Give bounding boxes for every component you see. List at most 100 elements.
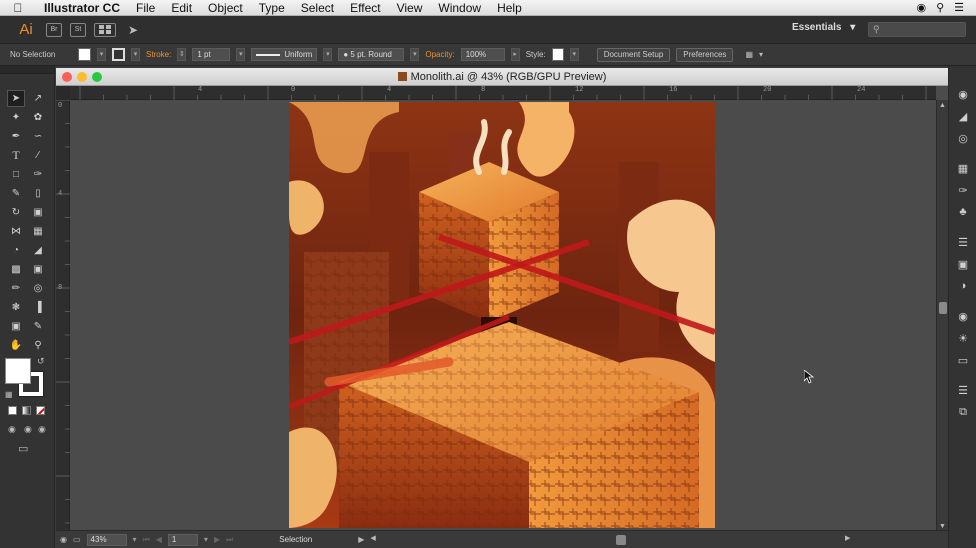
drawing-mode-icon[interactable]: ◉ [8, 424, 16, 435]
vertical-scroll-thumb[interactable] [939, 302, 947, 314]
apple-menu-icon[interactable]:  [0, 1, 36, 15]
artboards-panel-icon[interactable]: ⧉ [954, 404, 972, 420]
arrange-documents-button[interactable] [94, 22, 116, 37]
symbol-sprayer-tool-icon[interactable]: ❃ [7, 299, 25, 316]
status-menu-arrow-icon[interactable]: ▶ [358, 535, 364, 544]
scale-tool-icon[interactable]: ▣ [29, 204, 47, 221]
vertical-scrollbar[interactable]: ▲ ▼ [936, 100, 948, 532]
first-artboard-icon[interactable]: ⏮ [143, 535, 150, 545]
stroke-weight-input[interactable]: 1 pt [192, 48, 231, 61]
stroke-profile-dropdown[interactable]: ▾ [323, 48, 333, 61]
stroke-weight-dropdown[interactable]: ▾ [236, 48, 246, 61]
help-search-input[interactable]: ⚲ [868, 22, 966, 37]
color-mode-button[interactable] [8, 406, 17, 415]
horizontal-ruler[interactable]: 4 0 4 8 12 16 20 24 [70, 86, 936, 100]
zoom-level-input[interactable]: 43% [86, 533, 127, 546]
canvas-area[interactable] [70, 100, 936, 538]
stroke-label[interactable]: Stroke: [146, 50, 171, 59]
stroke-swatch[interactable] [112, 48, 125, 61]
menu-help[interactable]: Help [489, 0, 530, 16]
scroll-up-icon[interactable]: ▲ [939, 102, 946, 109]
menu-object[interactable]: Object [200, 0, 251, 16]
mesh-tool-icon[interactable]: ▩ [7, 261, 25, 278]
color-guide-icon[interactable]: ◢ [954, 108, 972, 124]
pen-tool-icon[interactable]: ✒ [7, 128, 25, 145]
tools-panel-handle[interactable] [0, 66, 54, 74]
opacity-dropdown[interactable]: ▸ [510, 48, 520, 61]
fill-dropdown[interactable]: ▾ [97, 48, 106, 61]
type-tool-icon[interactable]: T [7, 147, 25, 164]
magic-wand-tool-icon[interactable]: ✦ [7, 109, 25, 126]
scroll-down-icon[interactable]: ▼ [939, 523, 946, 530]
menu-select[interactable]: Select [293, 0, 342, 16]
eraser-tool-icon[interactable]: ▯ [29, 185, 47, 202]
scroll-left-icon[interactable]: ◀ [370, 534, 375, 542]
zoom-tool-icon[interactable]: ⚲ [29, 337, 47, 354]
vertical-ruler[interactable]: 0 4 8 [56, 99, 70, 538]
swap-fill-stroke-icon[interactable]: ↺ [37, 356, 45, 367]
menu-view[interactable]: View [389, 0, 431, 16]
creative-cloud-icon[interactable]: ◉ [916, 1, 926, 14]
current-tool-status[interactable]: Selection [279, 535, 312, 544]
bridge-button[interactable]: Br [46, 22, 62, 37]
color-panel-icon[interactable]: ◉ [954, 86, 972, 102]
align-options-icon[interactable]: ▦ [745, 50, 753, 59]
none-mode-button[interactable] [36, 406, 45, 415]
asset-export-panel-icon[interactable]: ▭ [954, 352, 972, 368]
minimize-window-button[interactable] [77, 72, 87, 82]
column-graph-tool-icon[interactable]: ▐ [29, 299, 47, 316]
symbols-panel-icon[interactable]: ♣ [954, 204, 972, 220]
draw-inside-icon[interactable]: ◉ [38, 424, 46, 435]
opacity-label[interactable]: Opacity: [425, 50, 454, 59]
fill-swatch[interactable] [78, 48, 91, 61]
perspective-grid-tool-icon[interactable]: ◢ [29, 242, 47, 259]
artboard-dropdown-icon[interactable]: ▾ [204, 535, 208, 544]
brushes-panel-icon[interactable]: ✑ [954, 182, 972, 198]
layers-panel-icon[interactable]: ☰ [954, 382, 972, 398]
artboard-tool-icon[interactable]: ▣ [7, 318, 25, 335]
slice-tool-icon[interactable]: ✎ [29, 318, 47, 335]
document-setup-button[interactable]: Document Setup [596, 47, 671, 62]
brush-dropdown[interactable]: ▾ [410, 48, 420, 61]
blend-tool-icon[interactable]: ◎ [29, 280, 47, 297]
eyedropper-tool-icon[interactable]: ✏ [7, 280, 25, 297]
default-fill-stroke-icon[interactable]: ▦ [5, 390, 13, 399]
artboard[interactable] [289, 102, 715, 528]
shape-builder-tool-icon[interactable]: ◔ [7, 242, 25, 259]
app-name-menu[interactable]: Illustrator CC [36, 0, 128, 16]
gradient-panel-icon[interactable]: ▣ [954, 256, 972, 272]
fill-color-swatch[interactable] [5, 358, 31, 384]
appearance-panel-icon[interactable]: ◉ [954, 308, 972, 324]
spotlight-search-icon[interactable]: ⚲ [936, 1, 944, 14]
screen-mode-icon[interactable]: ▭ [18, 442, 28, 455]
gradient-tool-icon[interactable]: ▣ [29, 261, 47, 278]
ruler-origin[interactable] [56, 86, 70, 100]
draw-behind-icon[interactable]: ◉ [24, 424, 32, 435]
stroke-panel-icon[interactable]: ☰ [954, 234, 972, 250]
zoom-window-button[interactable] [92, 72, 102, 82]
curvature-tool-icon[interactable]: ∽ [29, 128, 47, 145]
menu-type[interactable]: Type [251, 0, 293, 16]
next-artboard-icon[interactable]: ▶ [214, 535, 220, 544]
pencil-tool-icon[interactable]: ✎ [7, 185, 25, 202]
gpu-preview-icon[interactable]: ◉ [60, 535, 67, 544]
previous-artboard-icon[interactable]: ◀ [156, 535, 162, 544]
menu-effect[interactable]: Effect [342, 0, 388, 16]
brush-definition[interactable]: ● 5 pt. Round [338, 48, 405, 61]
lasso-tool-icon[interactable]: ✿ [29, 109, 47, 126]
gpu-performance-icon[interactable]: ➤ [128, 23, 138, 37]
last-artboard-icon[interactable]: ⏭ [226, 535, 233, 545]
preferences-button[interactable]: Preferences [676, 47, 734, 62]
direct-selection-tool-icon[interactable]: ↗ [29, 90, 47, 107]
transparency-panel-icon[interactable]: ◑ [954, 278, 972, 294]
artboard-navigation-icon[interactable]: ▭ [73, 535, 81, 544]
cc-libraries-icon[interactable]: ◎ [954, 130, 972, 146]
horizontal-scrollbar[interactable]: ◀ ▶ [370, 531, 850, 548]
swatches-panel-icon[interactable]: ▦ [954, 160, 972, 176]
hand-tool-icon[interactable]: ✋ [7, 337, 25, 354]
rotate-tool-icon[interactable]: ↻ [7, 204, 25, 221]
menu-window[interactable]: Window [430, 0, 489, 16]
close-window-button[interactable] [62, 72, 72, 82]
stroke-dropdown[interactable]: ▾ [131, 48, 140, 61]
selection-tool-icon[interactable]: ➤ [7, 90, 25, 107]
